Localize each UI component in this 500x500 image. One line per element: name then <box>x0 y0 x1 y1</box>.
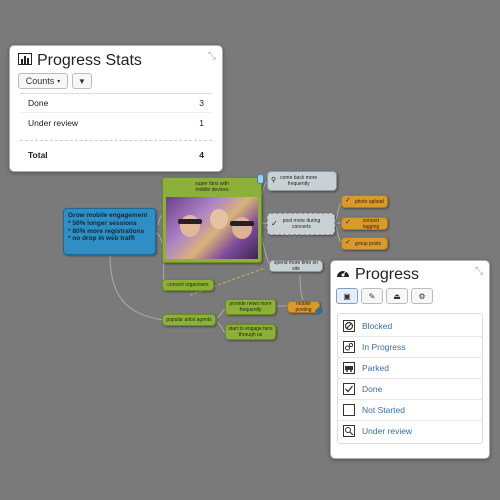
divider <box>20 140 212 141</box>
concert-organisers-node[interactable]: concert organisers <box>162 279 214 291</box>
stat-label: Done <box>28 98 49 108</box>
check-icon: ✓ <box>271 219 278 229</box>
goal-line-2: * 50% longer sessions <box>68 219 137 227</box>
progress-item-parked[interactable]: Parked <box>337 357 483 378</box>
goal-line-3: * 80% more registrations <box>68 227 145 235</box>
divider <box>20 93 212 94</box>
popular-artist-agents-node[interactable]: popular artist agents <box>162 314 216 326</box>
progress-item-under-review[interactable]: Under review <box>337 420 483 441</box>
stat-row-under-review: Under review 1 <box>20 118 212 128</box>
group-posts-node[interactable]: ✓ group posts <box>341 237 388 250</box>
post-more-label: post more during concerts <box>282 218 321 230</box>
check-icon: ✓ <box>345 219 351 227</box>
start-engage-node[interactable]: start to engage fans through us <box>225 324 276 340</box>
magnifier-icon <box>343 425 355 437</box>
progress-item-done[interactable]: Done <box>337 378 483 399</box>
concert-tagging-label: concert tagging <box>362 217 380 230</box>
spend-more-time-node[interactable]: spend more time on site <box>269 260 323 272</box>
super-fans-node[interactable]: super fans with mobile devices <box>162 177 262 263</box>
progress-item-blocked[interactable]: Blocked <box>337 315 483 336</box>
check-icon: ✓ <box>345 239 351 247</box>
eraser-button[interactable]: ✎ <box>361 288 383 304</box>
photo-upload-label: photo upload <box>354 198 384 205</box>
note-marker-icon <box>257 174 264 184</box>
progress-item-label: Not Started <box>362 405 405 415</box>
filter-button[interactable]: ▼ <box>72 73 92 89</box>
collapse-icon[interactable]: ⤡ <box>208 51 216 62</box>
eject-icon: ⏏ <box>393 291 401 301</box>
eraser-icon: ✎ <box>368 291 376 301</box>
progress-panel: Progress ⤡ ▣ ✎ ⏏ ⚙ Blocked In Progress P… <box>330 260 490 459</box>
stat-value: 3 <box>199 98 204 108</box>
gear-icon: ⚙ <box>418 291 426 301</box>
fans-photo <box>166 197 258 259</box>
concert-tagging-node[interactable]: ✓ concert tagging <box>341 217 388 230</box>
progress-title: Progress <box>355 266 420 283</box>
settings-button[interactable]: ⚙ <box>411 288 433 304</box>
check-icon: ✓ <box>345 197 351 205</box>
progress-stats-panel: Progress Stats ⤡ Counts ▾ ▼ Done 3 Under… <box>9 45 223 172</box>
progress-item-label: Under review <box>362 426 413 436</box>
stat-value: 1 <box>199 118 204 128</box>
image-icon: ▣ <box>343 291 351 301</box>
total-label: Total <box>28 150 48 160</box>
progress-item-not-started[interactable]: Not Started <box>337 399 483 420</box>
progress-item-label: In Progress <box>362 342 406 352</box>
progress-item-label: Done <box>362 384 383 394</box>
collapse-icon[interactable]: ⤡ <box>475 266 483 277</box>
stat-row-total: Total 4 <box>20 150 212 160</box>
progress-stats-header: Progress Stats <box>18 52 142 70</box>
empty-box-icon <box>343 404 355 416</box>
divider <box>20 112 212 113</box>
car-icon <box>343 362 355 374</box>
goal-line-4: * no drop in web traffi <box>68 235 135 243</box>
stat-row-done: Done 3 <box>20 98 212 108</box>
caret-down-icon: ▾ <box>57 78 61 85</box>
progress-item-in-progress[interactable]: In Progress <box>337 336 483 357</box>
provide-news-node[interactable]: provide news more frequently <box>225 299 276 315</box>
total-value: 4 <box>199 150 204 160</box>
image-mode-button[interactable]: ▣ <box>336 288 358 304</box>
magnifier-icon: ⚲ <box>271 176 277 184</box>
group-posts-label: group posts <box>354 240 382 247</box>
bar-chart-icon <box>18 52 32 70</box>
progress-item-label: Blocked <box>362 320 393 331</box>
post-more-node[interactable]: ✓ post more during concerts <box>267 213 335 235</box>
goal-node[interactable]: Grow mobile engagement * 50% longer sess… <box>63 208 156 255</box>
counts-label: Counts <box>25 76 55 86</box>
super-fans-label: super fans with mobile devices <box>195 181 229 193</box>
dashboard-icon <box>336 266 350 284</box>
progress-header: Progress <box>336 266 419 284</box>
photo-upload-node[interactable]: ✓ photo upload <box>341 195 388 208</box>
filter-icon: ▼ <box>78 76 86 86</box>
gears-icon <box>343 341 355 353</box>
check-icon <box>343 383 355 395</box>
goal-line-1: Grow mobile engagement <box>68 212 148 219</box>
come-back-label: come back more frequently <box>280 175 318 187</box>
progress-stats-title: Progress Stats <box>37 52 142 69</box>
stat-label: Under review <box>28 118 79 128</box>
eject-button[interactable]: ⏏ <box>386 288 408 304</box>
progress-item-label: Parked <box>362 363 389 373</box>
blocked-icon <box>343 319 355 332</box>
counts-dropdown[interactable]: Counts ▾ <box>18 73 68 89</box>
come-back-node[interactable]: ⚲ come back more frequently <box>267 171 337 191</box>
